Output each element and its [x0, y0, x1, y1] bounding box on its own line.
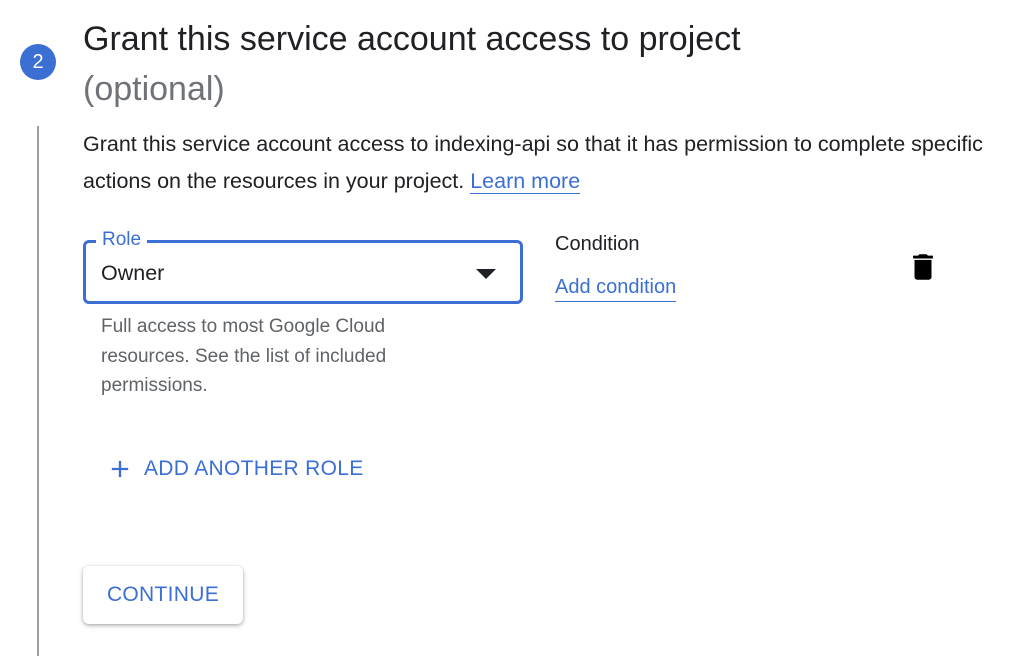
optional-label: (optional)	[83, 70, 225, 108]
description: Grant this service account access to ind…	[83, 126, 983, 200]
step-number: 2	[32, 50, 44, 73]
role-helper-text: Full access to most Google Cloud resourc…	[101, 316, 387, 396]
role-select[interactable]: Role Owner	[83, 228, 523, 304]
role-value: Owner	[101, 261, 165, 285]
add-another-role-button[interactable]: ADD ANOTHER ROLE	[106, 452, 364, 486]
step-number-badge: 2	[20, 44, 56, 80]
page-title: Grant this service account access to pro…	[83, 14, 983, 114]
plus-icon	[111, 460, 129, 478]
learn-more-link[interactable]: Learn more	[470, 169, 581, 194]
add-another-role-label: ADD ANOTHER ROLE	[144, 457, 364, 480]
continue-button[interactable]: CONTINUE	[83, 566, 243, 624]
stepper-line	[37, 126, 39, 656]
step-title: Grant this service account access to pro…	[83, 20, 741, 58]
condition-title: Condition	[555, 233, 640, 255]
trash-icon[interactable]	[906, 250, 940, 284]
chevron-down-icon	[476, 269, 496, 279]
role-label: Role	[96, 228, 148, 252]
add-condition-link[interactable]: Add condition	[555, 273, 677, 302]
